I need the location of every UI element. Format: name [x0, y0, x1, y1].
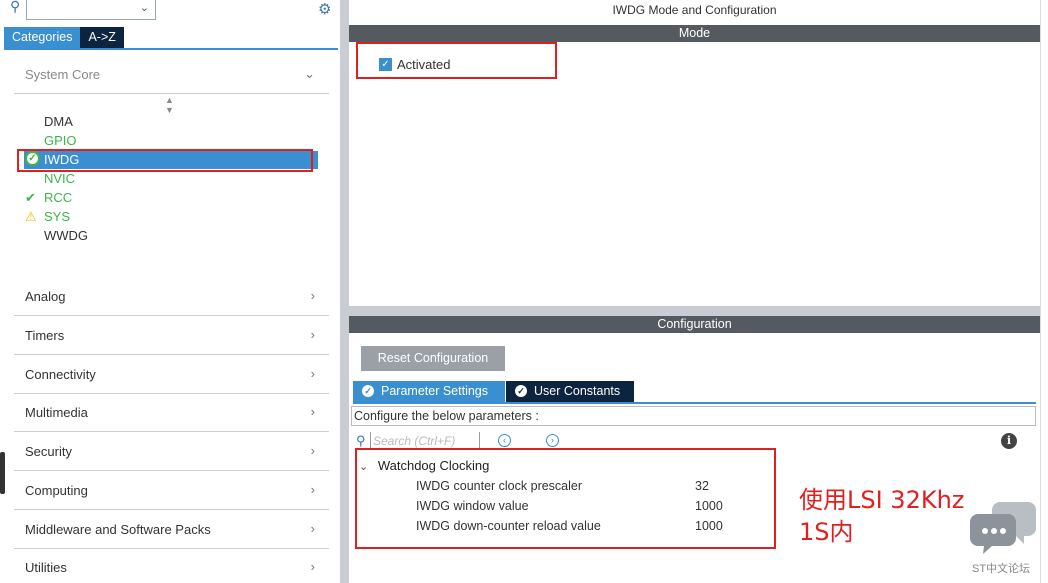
chevron-right-icon: ›	[310, 482, 315, 497]
core-item-rcc[interactable]: ✔ RCC	[25, 190, 73, 205]
category-timers[interactable]: Timers ›	[14, 317, 329, 355]
sort-icon[interactable]: ▲ ▼	[165, 95, 174, 115]
chevron-down-icon[interactable]: ⌄	[140, 1, 149, 14]
item-label: SYS	[44, 209, 71, 224]
core-item-wwdg[interactable]: WWDG	[44, 228, 88, 243]
stm32cubemx-window: ⚲ ⌄ ⚙ Categories A->Z System Core ⌄ ▲ ▼ D…	[0, 0, 1048, 583]
splitter[interactable]	[340, 0, 349, 583]
category-label: Security	[25, 444, 72, 459]
tab-categories[interactable]: Categories	[4, 27, 81, 48]
item-label: RCC	[44, 190, 73, 205]
category-system-core[interactable]: System Core ⌄	[14, 56, 329, 94]
category-label: Connectivity	[25, 367, 96, 382]
annotation-line-2: 1S内	[799, 518, 854, 546]
search-next-button[interactable]: ›	[546, 434, 559, 447]
search-icon: ⚲	[10, 0, 21, 14]
highlight-box-activated	[356, 42, 557, 79]
chevron-right-icon: ›	[310, 366, 315, 381]
core-item-sys[interactable]: ⚠ SYS	[25, 209, 71, 224]
category-analog[interactable]: Analog ›	[14, 278, 329, 316]
configuration-header: Configuration	[349, 316, 1040, 333]
mode-header: Mode	[349, 25, 1040, 42]
core-item-dma[interactable]: DMA	[44, 114, 73, 129]
chevron-right-icon: ›	[310, 559, 315, 574]
tab-parameter-settings[interactable]: ✓ Parameter Settings	[353, 381, 505, 402]
category-search-input[interactable]: ⌄	[26, 0, 156, 20]
category-utilities[interactable]: Utilities ›	[14, 549, 329, 583]
panel-resize-handle[interactable]	[0, 452, 5, 494]
gear-icon[interactable]: ⚙	[318, 0, 331, 18]
info-icon[interactable]: i	[1001, 433, 1017, 449]
page-title: IWDG Mode and Configuration	[612, 3, 777, 17]
left-panel: ⚲ ⌄ ⚙ Categories A->Z System Core ⌄ ▲ ▼ D…	[0, 0, 340, 583]
watermark-text: ST中文论坛	[972, 563, 1031, 575]
tab-underline	[4, 48, 338, 50]
chevron-right-icon: ›	[310, 443, 315, 458]
category-search: ⚲ ⌄	[8, 0, 338, 22]
category-label: Multimedia	[25, 405, 88, 420]
reset-configuration-button[interactable]: Reset Configuration	[361, 346, 505, 371]
check-circle-icon: ✓	[362, 385, 374, 397]
mode-config-splitter[interactable]	[349, 306, 1040, 316]
category-security[interactable]: Security ›	[14, 433, 329, 471]
category-tabs: Categories A->Z	[4, 27, 124, 48]
category-label: Utilities	[25, 560, 67, 575]
annotation-line-1: 使用LSI 32Khz	[799, 486, 965, 514]
tab-a-z[interactable]: A->Z	[80, 27, 124, 48]
item-label: DMA	[44, 114, 73, 129]
chevron-right-icon: ›	[310, 327, 315, 342]
tab-underline	[353, 402, 1036, 404]
item-label: GPIO	[44, 133, 77, 148]
category-label: System Core	[25, 67, 101, 82]
category-connectivity[interactable]: Connectivity ›	[14, 356, 329, 394]
tab-user-constants[interactable]: ✓ User Constants	[506, 381, 634, 402]
search-icon: ⚲	[356, 433, 366, 448]
chevron-right-icon: ›	[310, 404, 315, 419]
category-label: Analog	[25, 289, 66, 304]
category-middleware[interactable]: Middleware and Software Packs ›	[14, 511, 329, 549]
item-label: WWDG	[44, 228, 89, 243]
core-item-nvic[interactable]: NVIC	[44, 171, 75, 186]
core-item-gpio[interactable]: GPIO	[44, 133, 77, 148]
chevron-right-icon: ›	[310, 521, 315, 536]
annotation-note: 使用LSI 32Khz 1S内	[799, 484, 964, 548]
highlight-box-iwdg	[17, 149, 313, 172]
warning-icon: ⚠	[25, 209, 37, 224]
category-label: Middleware and Software Packs	[25, 522, 211, 537]
item-label: NVIC	[44, 171, 76, 186]
check-icon: ✔	[25, 190, 36, 205]
configure-hint: Configure the below parameters :	[351, 406, 1036, 426]
category-label: Computing	[25, 483, 88, 498]
category-multimedia[interactable]: Multimedia ›	[14, 394, 329, 432]
chat-bubble-icon	[970, 502, 1036, 554]
search-previous-button[interactable]: ‹	[498, 434, 511, 447]
tab-label: User Constants	[534, 384, 621, 398]
chevron-right-icon: ›	[310, 288, 315, 303]
highlight-box-parameters	[355, 448, 776, 549]
category-computing[interactable]: Computing ›	[14, 472, 329, 510]
right-scroll-edge	[1040, 0, 1048, 583]
chevron-down-icon: ⌄	[304, 66, 315, 81]
check-circle-icon: ✓	[515, 385, 527, 397]
category-label: Timers	[25, 328, 65, 343]
tab-label: Parameter Settings	[381, 384, 488, 398]
